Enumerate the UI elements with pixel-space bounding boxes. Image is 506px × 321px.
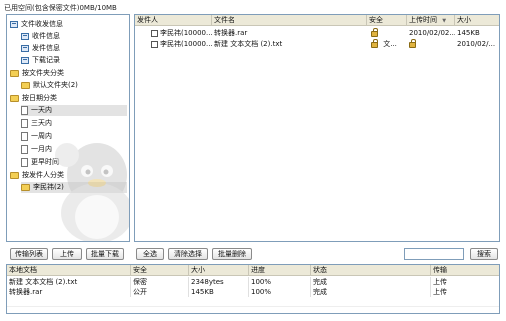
column-header-size[interactable]: 大小 <box>189 265 249 276</box>
tree-item-label: 默认文件夹(2) <box>33 81 78 89</box>
tree-item-label: 发件信息 <box>32 44 60 52</box>
table-row-sender[interactable]: 李民祎(10000... <box>149 39 212 49</box>
table-row-filename[interactable]: 新建 文本文档 (2).txt <box>212 39 367 49</box>
transfer-list-button[interactable]: 传输列表 <box>10 248 48 260</box>
search-input[interactable] <box>404 248 464 260</box>
folder-tree[interactable]: 文件收发信息 收件信息 发件信息 下载记录 按文件夹分类 默认文件夹(2) 按日… <box>6 14 130 242</box>
table-row-local-doc[interactable]: 转换器.rar <box>7 287 131 297</box>
empty-row <box>7 297 499 307</box>
table-row-progress: 100% <box>249 287 311 297</box>
column-header-security[interactable]: 安全 <box>131 265 189 276</box>
batch-download-button[interactable]: 批量下载 <box>86 248 124 260</box>
document-icon <box>21 144 28 154</box>
row-sender-text: 李民祎(10000... <box>160 40 212 48</box>
document-icon <box>21 118 28 128</box>
document-icon <box>21 131 28 141</box>
tree-item-received[interactable]: 收件信息 <box>21 31 60 42</box>
tree-item-label: 下载记录 <box>32 56 60 64</box>
table-row-security: 文... <box>369 39 407 49</box>
table-row-size: 145KB <box>457 29 480 37</box>
table-row-size: 2010/02/... <box>457 40 496 48</box>
security-text: 文... <box>383 40 397 48</box>
tree-item-three-days[interactable]: 三天内 <box>21 118 52 129</box>
download-log-icon <box>21 56 29 64</box>
sort-desc-icon: ▼ <box>442 18 447 24</box>
table-row-time <box>407 39 455 49</box>
table-row-size: 2348ytes <box>189 277 249 287</box>
column-header-upload-time[interactable]: 上传时间 ▼ <box>407 15 455 26</box>
tree-section-label: 按日期分类 <box>22 94 57 102</box>
tree-section-inbox-outbox[interactable]: 文件收发信息 <box>10 19 63 30</box>
search-button[interactable]: 搜索 <box>470 248 498 260</box>
table-row-local-doc[interactable]: 新建 文本文档 (2).txt <box>7 277 131 287</box>
tree-section-by-folder[interactable]: 按文件夹分类 <box>10 68 64 79</box>
folder-icon <box>10 94 19 102</box>
tree-item-downloads[interactable]: 下载记录 <box>21 55 60 66</box>
folder-icon <box>21 81 30 89</box>
inbox-icon <box>21 32 29 40</box>
mail-box-icon <box>10 20 18 28</box>
tree-item-label: 三天内 <box>31 119 52 127</box>
column-header-security[interactable]: 安全 <box>367 15 407 26</box>
table-row-security <box>369 28 407 38</box>
row-checkbox[interactable] <box>151 29 158 37</box>
file-list[interactable]: 发件人 文件名 安全 上传时间 ▼ 大小 李民祎(10000... 转换器.ra… <box>134 14 500 242</box>
tree-item-sent[interactable]: 发件信息 <box>21 43 60 54</box>
penguin-watermark-icon <box>55 143 129 241</box>
row-checkbox[interactable] <box>151 40 158 48</box>
folder-icon <box>10 69 19 77</box>
table-row-status: 完成 <box>311 277 431 287</box>
column-header-size[interactable]: 大小 <box>455 15 499 26</box>
tree-item-one-day[interactable]: 一天内 <box>21 105 127 116</box>
column-header-local-doc[interactable]: 本地文档 <box>7 265 131 276</box>
transfer-table[interactable]: 本地文档 安全 大小 进度 状态 传输 新建 文本文档 (2).txt 保密 2… <box>6 264 500 314</box>
table-row-security: 保密 <box>131 277 189 287</box>
clear-selection-button[interactable]: 清除选择 <box>168 248 208 260</box>
folder-icon <box>10 171 19 179</box>
table-row-sender[interactable]: 李民祎(10000... <box>149 28 212 38</box>
row-sender-text: 李民祎(10000... <box>160 29 212 37</box>
column-header-upload-time-label: 上传时间 <box>409 16 437 24</box>
column-header-direction[interactable]: 传输 <box>431 265 499 276</box>
tree-section-by-date[interactable]: 按日期分类 <box>10 93 57 104</box>
column-header-status[interactable]: 状态 <box>311 265 431 276</box>
lock-icon <box>371 39 378 48</box>
document-icon <box>21 157 28 167</box>
tree-section-label: 按文件夹分类 <box>22 69 64 77</box>
table-row-filename[interactable]: 转换器.rar <box>212 28 367 38</box>
table-row-progress: 100% <box>249 277 311 287</box>
column-header-filename[interactable]: 文件名 <box>212 15 367 26</box>
table-row-security: 公开 <box>131 287 189 297</box>
column-header-sender[interactable]: 发件人 <box>135 15 212 26</box>
batch-delete-button[interactable]: 批量删除 <box>212 248 252 260</box>
column-header-progress[interactable]: 进度 <box>249 265 311 276</box>
lock-icon <box>409 39 416 48</box>
table-row-size: 145KB <box>189 287 249 297</box>
table-row-direction: 上传 <box>431 277 499 287</box>
table-row-direction: 上传 <box>431 287 499 297</box>
tree-item-label: 收件信息 <box>32 32 60 40</box>
table-row-status: 完成 <box>311 287 431 297</box>
lock-icon <box>371 28 378 37</box>
select-all-button[interactable]: 全选 <box>136 248 164 260</box>
document-icon <box>21 105 28 115</box>
table-row-time: 2010/02/02... <box>409 29 455 37</box>
outbox-icon <box>21 44 29 52</box>
tree-item-label: 一天内 <box>31 106 52 114</box>
storage-usage-text: 已用空间(包含保密文件)0MB/10MB <box>4 4 117 12</box>
upload-button[interactable]: 上传 <box>52 248 82 260</box>
tree-section-label: 文件收发信息 <box>21 20 63 28</box>
tree-item-default-folder[interactable]: 默认文件夹(2) <box>21 80 78 91</box>
folder-icon <box>21 183 30 191</box>
